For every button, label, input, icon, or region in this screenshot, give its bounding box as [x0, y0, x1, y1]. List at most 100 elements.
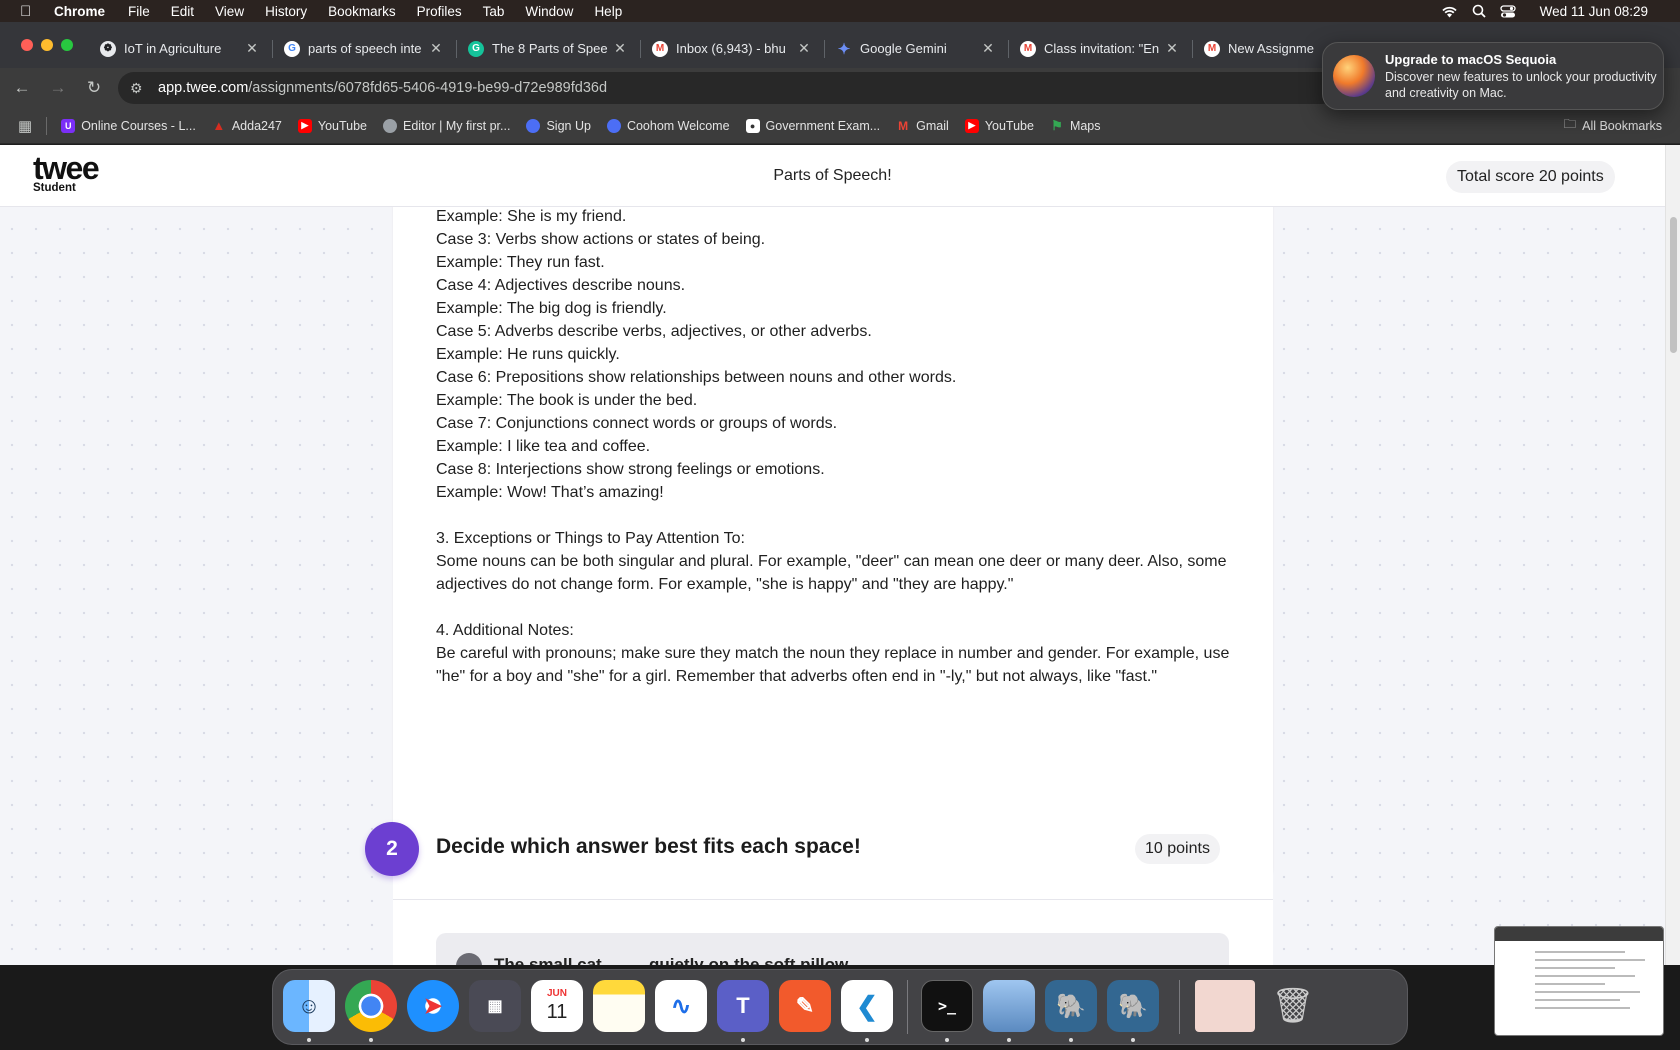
- menu-profiles[interactable]: Profiles: [417, 4, 462, 19]
- menu-chrome[interactable]: Chrome: [54, 4, 105, 19]
- close-window-button[interactable]: [21, 39, 33, 51]
- browser-tab[interactable]: G parts of speech inte ✕: [274, 31, 454, 66]
- sketch-pen-icon[interactable]: ✎: [779, 980, 831, 1032]
- maps-pin-icon: ⚑: [1051, 117, 1063, 133]
- bookmark-item[interactable]: U Online Courses - L...: [61, 118, 196, 133]
- section-paragraph: Be careful with pronouns; make sure they…: [436, 645, 1230, 685]
- zoom-window-button[interactable]: [61, 39, 73, 51]
- browser-tab[interactable]: ✦ Google Gemini ✕: [826, 31, 1006, 66]
- teams-icon[interactable]: T: [717, 980, 769, 1032]
- question-title: Decide which answer best fits each space…: [436, 835, 861, 858]
- wifi-icon[interactable]: [1441, 5, 1458, 18]
- calendar-icon[interactable]: JUN 11: [531, 980, 583, 1032]
- lesson-line: Case 6: Prepositions show relationships …: [436, 369, 957, 386]
- bookmark-favicon-icon: U: [61, 118, 76, 133]
- grammarly-icon: G: [468, 40, 484, 57]
- safari-icon[interactable]: ➤: [407, 980, 459, 1032]
- forward-arrow-icon[interactable]: →: [46, 76, 70, 100]
- bookmark-item[interactable]: Coohom Welcome: [606, 118, 730, 133]
- macos-upgrade-notification[interactable]: Upgrade to macOS Sequoia Discover new fe…: [1322, 42, 1664, 110]
- close-tab-icon[interactable]: ✕: [428, 40, 444, 57]
- youtube-icon: ▶: [964, 118, 979, 133]
- menu-tab[interactable]: Tab: [483, 4, 505, 19]
- bookmark-item[interactable]: M Gmail: [896, 119, 949, 133]
- close-tab-icon[interactable]: ✕: [980, 40, 996, 57]
- browser-tab[interactable]: G The 8 Parts of Spee ✕: [458, 31, 638, 66]
- bookmark-item[interactable]: Editor | My first pr...: [383, 118, 510, 133]
- preview-icon[interactable]: [983, 980, 1035, 1032]
- tab-title: New Assignme: [1228, 41, 1314, 56]
- apps-grid-icon[interactable]: ▦: [18, 117, 32, 135]
- reload-icon[interactable]: ↻: [82, 76, 106, 100]
- trash-icon[interactable]: 🗑: [1267, 980, 1319, 1032]
- notification-body: Discover new features to unlock your pro…: [1385, 69, 1657, 100]
- lesson-line: Example: She is my friend.: [436, 208, 627, 225]
- freeform-icon[interactable]: ∿: [655, 980, 707, 1032]
- back-arrow-icon[interactable]: ←: [10, 76, 34, 100]
- bookmark-item[interactable]: ⚑ Maps: [1050, 117, 1100, 133]
- close-tab-icon[interactable]: ✕: [1164, 40, 1180, 57]
- lesson-text: Example: She is my friend. Case 3: Verbs…: [436, 205, 1236, 688]
- apple-icon[interactable]: : [20, 3, 38, 20]
- lesson-line: Example: They run fast.: [436, 254, 605, 271]
- tab-title: IoT in Agriculture: [124, 41, 222, 56]
- spotlight-search-icon[interactable]: [1472, 4, 1486, 18]
- lesson-line: Example: The book is under the bed.: [436, 392, 698, 409]
- browser-tab[interactable]: M New Assignme: [1194, 31, 1324, 66]
- menu-window[interactable]: Window: [525, 4, 573, 19]
- finder-icon[interactable]: ☺: [283, 980, 335, 1032]
- browser-tab[interactable]: M Inbox (6,943) - bhu ✕: [642, 31, 822, 66]
- site-settings-icon[interactable]: ⚙: [130, 80, 143, 97]
- bookmark-item[interactable]: ▶ YouTube: [297, 118, 367, 133]
- lesson-line: Case 7: Conjunctions connect words or gr…: [436, 415, 838, 432]
- terminal-icon[interactable]: >_: [921, 980, 973, 1032]
- bookmark-favicon-icon: [606, 118, 621, 133]
- bookmark-item[interactable]: ▶ YouTube: [964, 118, 1034, 133]
- close-tab-icon[interactable]: ✕: [612, 40, 628, 57]
- browser-tab[interactable]: M Class invitation: "En ✕: [1010, 31, 1190, 66]
- gmail-icon: M: [652, 40, 668, 57]
- menu-file[interactable]: File: [128, 4, 150, 19]
- menu-help[interactable]: Help: [594, 4, 622, 19]
- menu-bookmarks[interactable]: Bookmarks: [328, 4, 396, 19]
- notes-icon[interactable]: [593, 980, 645, 1032]
- menu-history[interactable]: History: [265, 4, 307, 19]
- tab-title: The 8 Parts of Spee: [492, 41, 608, 56]
- browser-tab[interactable]: ❁ IoT in Agriculture ✕: [90, 31, 270, 66]
- page-scrollbar[interactable]: [1665, 145, 1680, 965]
- postgresql-icon[interactable]: 🐘: [1045, 980, 1097, 1032]
- menu-bar-clock[interactable]: Wed 11 Jun 08:29: [1540, 4, 1648, 19]
- close-tab-icon[interactable]: ✕: [244, 40, 260, 57]
- gmail-icon: M: [1020, 40, 1036, 57]
- vscode-icon[interactable]: ❮: [841, 980, 893, 1032]
- close-tab-icon[interactable]: ✕: [796, 40, 812, 57]
- screenshot-thumbnail[interactable]: [1494, 926, 1664, 1036]
- youtube-icon: ▶: [297, 118, 312, 133]
- total-score-badge: Total score 20 points: [1446, 161, 1615, 193]
- launchpad-icon[interactable]: ▦: [469, 980, 521, 1032]
- postgresql-icon[interactable]: 🐘: [1107, 980, 1159, 1032]
- lesson-line: Case 8: Interjections show strong feelin…: [436, 461, 825, 478]
- macos-menu-bar:  Chrome File Edit View History Bookmark…: [0, 0, 1680, 22]
- menu-view[interactable]: View: [215, 4, 244, 19]
- bookmark-item[interactable]: ▲ Adda247: [212, 118, 282, 133]
- folder-icon: 🗀: [1563, 117, 1577, 131]
- menu-edit[interactable]: Edit: [171, 4, 194, 19]
- lesson-line: Example: Wow! That’s amazing!: [436, 484, 664, 501]
- bookmark-item[interactable]: Sign Up: [526, 118, 591, 133]
- chrome-icon[interactable]: [345, 980, 397, 1032]
- minimize-window-button[interactable]: [41, 39, 53, 51]
- calendar-day: 11: [546, 1001, 568, 1023]
- scrollbar-thumb[interactable]: [1670, 217, 1677, 353]
- question-item[interactable]: The small cat ____ quietly on the soft p…: [436, 933, 1229, 965]
- openai-icon: ❁: [100, 40, 116, 57]
- control-center-icon[interactable]: [1500, 4, 1516, 18]
- macos-sequoia-icon: [1333, 55, 1375, 97]
- recent-document-icon[interactable]: [1195, 980, 1255, 1032]
- lesson-line: Case 4: Adjectives describe nouns.: [436, 277, 686, 294]
- bookmark-favicon-icon: ▲: [212, 118, 226, 133]
- address-bar[interactable]: ⚙ app.twee.com/assignments/6078fd65-5406…: [118, 72, 1338, 104]
- bookmark-item[interactable]: ● Government Exam...: [745, 118, 880, 133]
- all-bookmarks-button[interactable]: 🗀 All Bookmarks: [1564, 115, 1662, 136]
- tab-title: Class invitation: "En: [1044, 41, 1160, 56]
